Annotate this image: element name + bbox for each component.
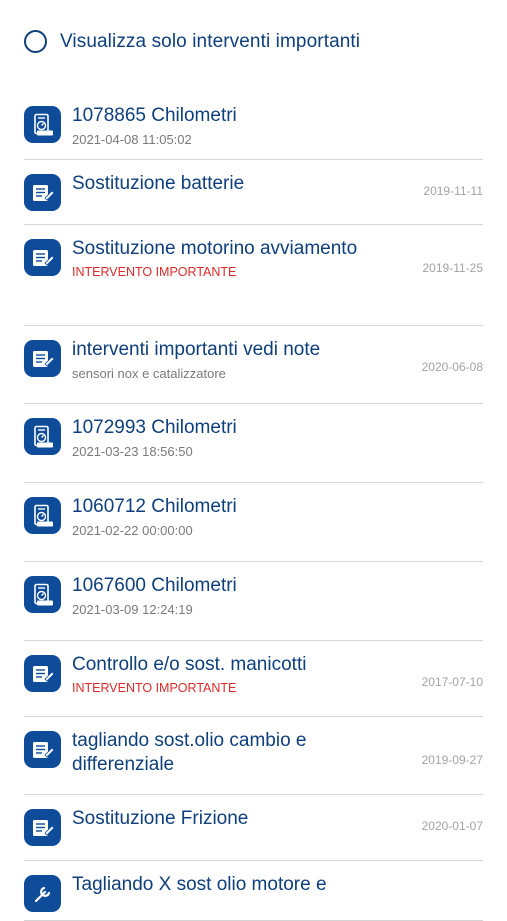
item-subtitle: 2021-04-08 11:05:02	[72, 132, 192, 147]
list-item-content: Tagliando X sost olio motore e	[72, 873, 402, 897]
list-item-content: 1078865 Chilometri 2021-04-08 11:05:02	[72, 104, 402, 147]
repair-document-icon	[24, 731, 61, 768]
item-title: 1072993 Chilometri	[72, 417, 237, 438]
item-title: tagliando sost.olio cambio e differenzia…	[72, 730, 307, 775]
repair-document-icon	[24, 809, 61, 846]
odometer-document-icon	[24, 576, 61, 613]
list-item[interactable]: interventi importanti vedi note sensori n…	[24, 326, 483, 404]
list-item[interactable]: tagliando sost.olio cambio e differenzia…	[24, 717, 483, 795]
list-item[interactable]: Sostituzione Frizione 2020-01-07	[24, 795, 483, 861]
list-item[interactable]: 1078865 Chilometri 2021-04-08 11:05:02	[24, 92, 483, 160]
odometer-document-icon	[24, 497, 61, 534]
repair-document-icon	[24, 174, 61, 211]
item-subtitle: 2021-03-09 12:24:19	[72, 602, 193, 617]
item-subtitle: sensori nox e catalizzatore	[72, 366, 226, 381]
item-title: Sostituzione motorino avviamento	[72, 238, 358, 259]
list-item-content: Controllo e/o sost. manicotti INTERVENTO …	[72, 653, 402, 695]
repair-document-icon	[24, 340, 61, 377]
list-item-content: 1072993 Chilometri 2021-03-23 18:56:50	[72, 416, 402, 459]
interventions-list: 1078865 Chilometri 2021-04-08 11:05:02 Sos…	[0, 92, 507, 921]
list-item-content: Sostituzione Frizione	[72, 807, 402, 831]
list-item-content: 1060712 Chilometri 2021-02-22 00:00:00	[72, 495, 402, 538]
list-item[interactable]: Sostituzione batterie 2019-11-11	[24, 160, 483, 225]
list-item-content: 1067600 Chilometri 2021-03-09 12:24:19	[72, 574, 402, 617]
important-badge: INTERVENTO IMPORTANTE	[72, 265, 237, 279]
important-only-filter[interactable]: Visualizza solo interventi importanti	[24, 30, 360, 53]
item-title: 1060712 Chilometri	[72, 496, 237, 517]
item-date: 2019-11-11	[423, 184, 483, 198]
radio-unchecked-icon[interactable]	[24, 30, 47, 53]
list-item-content: tagliando sost.olio cambio e differenzia…	[72, 729, 402, 777]
item-title: Controllo e/o sost. manicotti	[72, 654, 307, 675]
item-title: Sostituzione Frizione	[72, 808, 249, 829]
item-date: 2020-01-07	[421, 819, 483, 833]
list-item[interactable]: Sostituzione motorino avviamento INTERVEN…	[24, 225, 483, 326]
list-item[interactable]: 1060712 Chilometri 2021-02-22 00:00:00	[24, 483, 483, 562]
important-badge: INTERVENTO IMPORTANTE	[72, 681, 237, 695]
list-item[interactable]: Tagliando X sost olio motore e	[24, 861, 483, 921]
list-item[interactable]: Controllo e/o sost. manicotti INTERVENTO …	[24, 641, 483, 717]
item-date: 2019-11-25	[422, 261, 484, 275]
repair-document-icon	[24, 239, 61, 276]
item-title: 1067600 Chilometri	[72, 575, 237, 596]
item-date: 2019-09-27	[421, 753, 483, 767]
item-subtitle: 2021-02-22 00:00:00	[72, 523, 193, 538]
item-title: interventi importanti vedi note	[72, 339, 321, 360]
odometer-document-icon	[24, 418, 61, 455]
item-title: Sostituzione batterie	[72, 173, 245, 194]
item-title: 1078865 Chilometri	[72, 105, 237, 126]
wrench-icon	[24, 875, 61, 912]
item-date: 2017-07-10	[421, 675, 483, 689]
odometer-document-icon	[24, 106, 61, 143]
item-date: 2020-06-08	[421, 360, 483, 374]
list-item-content: interventi importanti vedi note sensori n…	[72, 338, 402, 381]
list-item-content: Sostituzione motorino avviamento INTERVEN…	[72, 237, 402, 279]
list-item[interactable]: 1067600 Chilometri 2021-03-09 12:24:19	[24, 562, 483, 641]
filter-label: Visualizza solo interventi importanti	[60, 30, 361, 52]
list-item[interactable]: 1072993 Chilometri 2021-03-23 18:56:50	[24, 404, 483, 483]
item-subtitle: 2021-03-23 18:56:50	[72, 444, 193, 459]
item-title: Tagliando X sost olio motore e	[72, 874, 327, 895]
list-item-content: Sostituzione batterie	[72, 172, 402, 196]
repair-document-icon	[24, 655, 61, 692]
